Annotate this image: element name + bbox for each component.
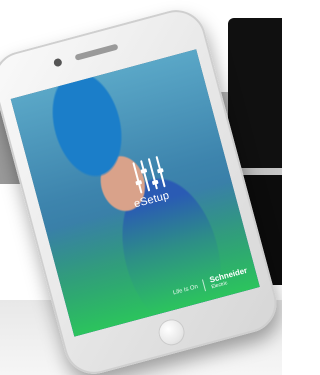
front-camera: [52, 57, 63, 68]
home-button-icon[interactable]: [155, 316, 188, 349]
schneider-electric-logo: Schneider Electric: [209, 266, 250, 291]
scene: eSetup Life Is On Schneider Electric: [0, 0, 282, 375]
tagline: Life Is On: [172, 284, 199, 297]
footer-divider: [202, 279, 207, 292]
background-monitor: [228, 18, 282, 168]
speaker-grille: [74, 43, 119, 61]
